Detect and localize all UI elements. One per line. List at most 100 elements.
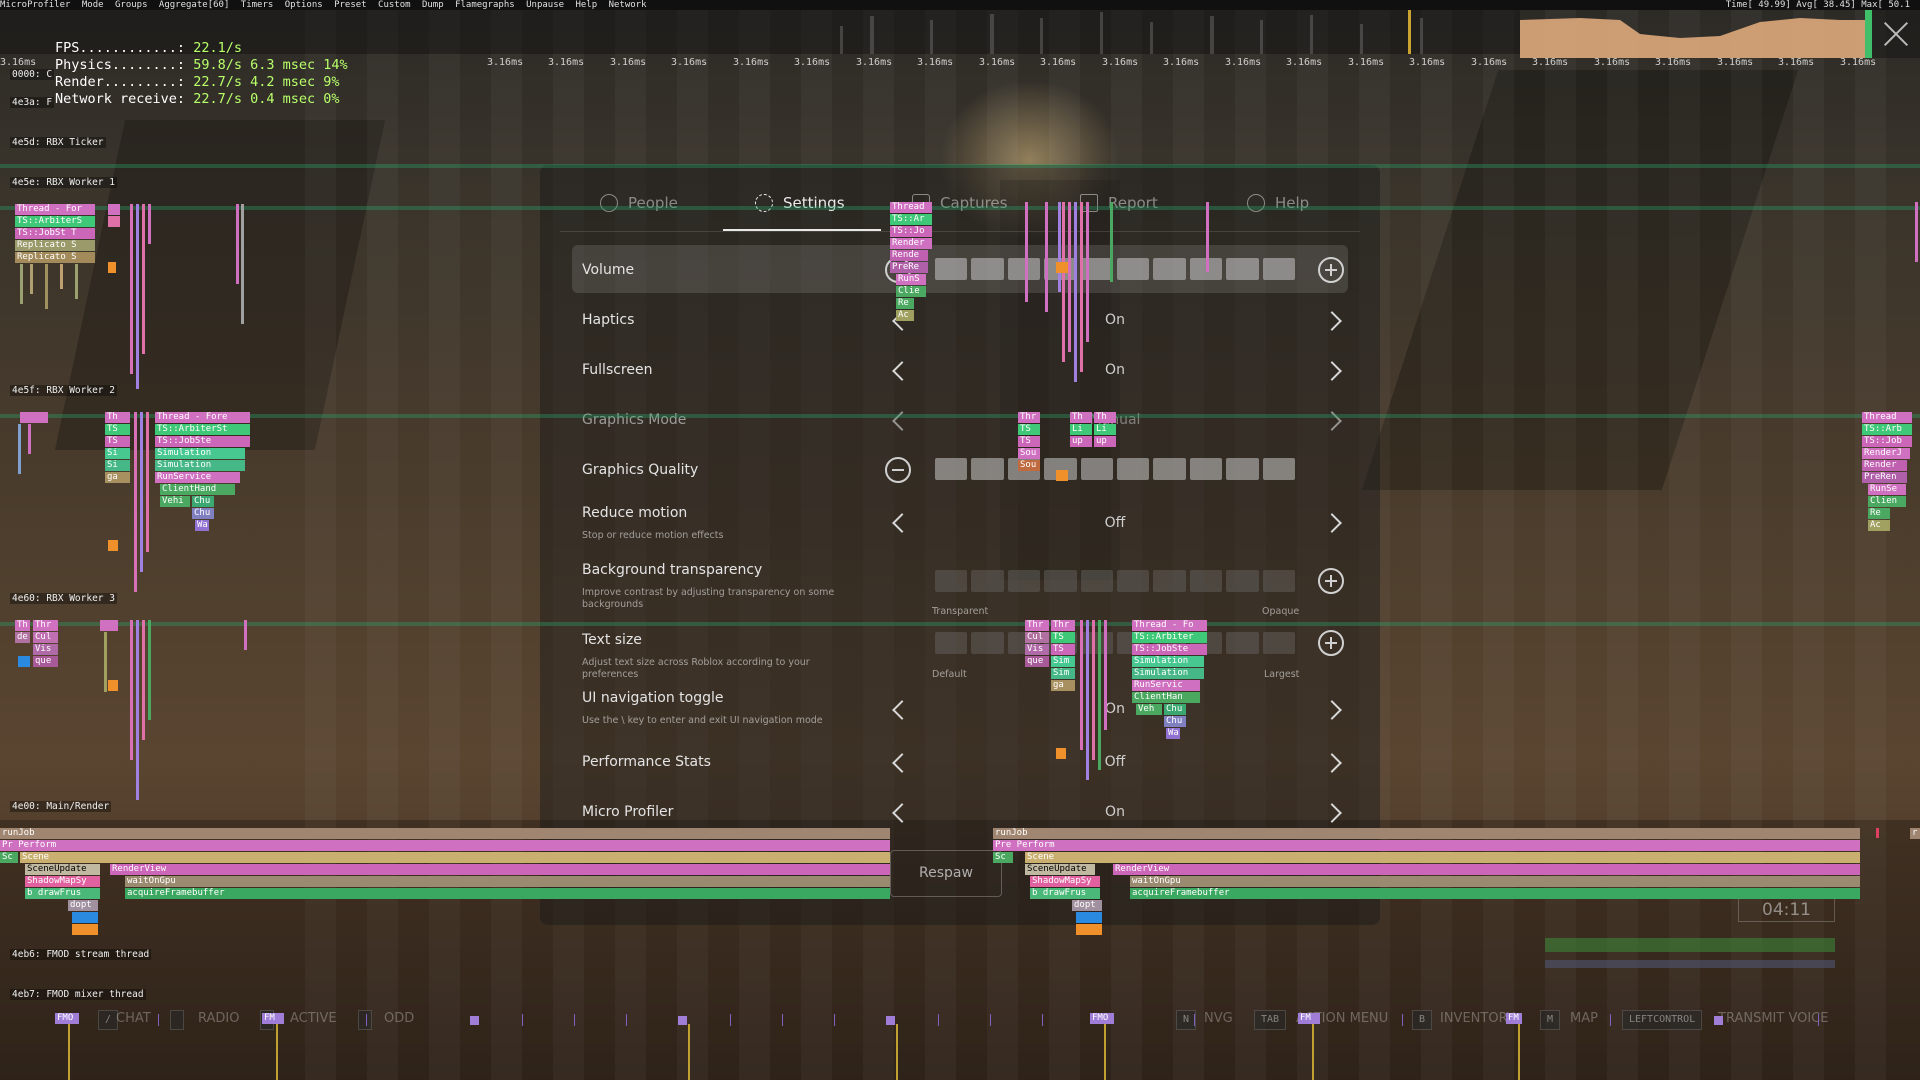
profile-block[interactable]: TS [105,424,130,435]
profile-block[interactable] [100,620,118,631]
mp-menu-dump[interactable]: Dump [422,0,444,10]
profile-block[interactable]: FMO [55,1013,79,1024]
nvg-hud-label[interactable]: NVG [1204,1010,1233,1028]
chat-hud-label[interactable]: CHAT [116,1010,151,1028]
profile-block[interactable]: Pr Perform [0,840,890,851]
map-hud-label[interactable]: MAP [1570,1010,1598,1028]
profile-block[interactable]: Si [105,460,130,471]
profile-block[interactable]: Chu [192,508,214,519]
volume-increase-button[interactable] [1318,257,1344,283]
profile-block[interactable]: Simulation [1132,668,1204,679]
profile-block[interactable]: Simulation [155,448,245,459]
profile-block[interactable] [1056,470,1068,481]
profile-block[interactable]: de [15,632,30,643]
profile-block[interactable] [18,656,30,667]
profile-block[interactable]: runJob [993,828,1860,839]
mp-menu-timers[interactable]: Timers [241,0,274,10]
tab-people[interactable]: People [600,188,678,218]
profile-block[interactable]: TS::JobSte [1132,644,1207,655]
profile-block[interactable]: Chu [1164,704,1186,715]
profile-block[interactable]: Thr [1025,620,1049,631]
profile-block[interactable]: Ac [896,310,914,321]
profile-block[interactable]: TS [1018,424,1040,435]
profile-block[interactable]: Li [1070,424,1092,435]
tab-help[interactable]: Help [1247,188,1309,218]
profile-block[interactable]: dopt [68,900,98,911]
text-size-slider[interactable] [935,632,1296,654]
profile-block[interactable]: Sou [1018,448,1040,459]
profile-block[interactable]: up [1094,436,1116,447]
profile-block[interactable] [72,912,98,923]
profile-block[interactable]: Sou [1018,460,1040,471]
profile-block[interactable]: RunServic [1132,680,1200,691]
profile-block[interactable]: RenderView [1113,864,1860,875]
bg-transparency-slider[interactable] [935,570,1296,592]
profile-block[interactable]: Simulation [155,460,245,471]
profile-block[interactable]: que [1025,656,1049,667]
profile-block[interactable]: PreRe [890,262,928,273]
profile-block[interactable]: TS [1051,644,1075,655]
profile-block[interactable]: runJob [0,828,890,839]
profile-block[interactable] [1076,912,1102,923]
profile-block[interactable]: Vis [33,644,58,655]
mp-menu-options[interactable]: Options [285,0,323,10]
profile-block[interactable]: TS [1051,632,1075,643]
profile-block[interactable]: Vis [1025,644,1049,655]
profile-block[interactable]: Sim [1051,656,1075,667]
profile-block[interactable]: FMO [1090,1013,1114,1024]
profile-block[interactable]: Th [105,412,130,423]
profile-block[interactable]: Thread [890,202,932,213]
profile-block[interactable]: ShadowMapSy [25,876,100,887]
profile-block[interactable]: acquireFramebuffer [125,888,890,899]
profile-block[interactable]: Chu [1164,716,1186,727]
mp-menu-mode[interactable]: Mode [82,0,104,10]
profile-block[interactable]: Thr [1018,412,1040,423]
profile-block[interactable]: ClientHan [1132,692,1200,703]
profile-block[interactable]: ShadowMapSy [1030,876,1100,887]
tab-report[interactable]: Report [1080,188,1158,218]
profile-block[interactable]: Simulation [1132,656,1204,667]
odd-hud-label[interactable]: ODD [384,1010,414,1028]
profile-block[interactable]: RenderJ [1862,448,1910,459]
profile-block[interactable] [108,540,118,551]
profile-block[interactable]: Thread [1862,412,1912,423]
profile-block[interactable]: Veh [1136,704,1162,715]
profile-block[interactable]: Sc [993,852,1013,863]
profile-block[interactable]: RunService [155,472,240,483]
profile-block[interactable]: PreRen [1862,472,1907,483]
profile-block[interactable]: acquireFramebuffer [1130,888,1860,899]
profile-block[interactable] [108,216,120,227]
profile-block[interactable]: SceneUpdate [1025,864,1095,875]
profile-block[interactable]: TS::JobSt T [15,228,95,239]
profile-block[interactable]: Replicato S [15,252,95,263]
profile-block[interactable]: b drawFrus [25,888,100,899]
profile-block[interactable] [20,412,48,423]
tab-settings[interactable]: Settings [755,188,845,218]
profile-block[interactable] [72,924,98,935]
profile-block[interactable]: Scene [20,852,890,863]
profile-block[interactable]: Th [1070,412,1092,423]
profile-block[interactable]: TS::Jo [890,226,932,237]
active-hud-label[interactable]: ACTIVE [290,1010,337,1028]
profile-block[interactable]: Clien [1868,496,1906,507]
profile-block[interactable]: r [1910,828,1920,839]
profile-block[interactable]: Replicato S [15,240,95,251]
profile-block[interactable]: Thread - Fo [1132,620,1207,631]
profile-block[interactable]: FM [1506,1013,1522,1024]
profile-block[interactable]: Thread - Fore [155,412,250,423]
graphics-quality-decrease-button[interactable] [885,457,911,483]
profile-block[interactable]: FM [1298,1013,1320,1024]
profile-block[interactable]: up [1070,436,1092,447]
profile-block[interactable]: RunS [896,274,926,285]
mp-menu-custom[interactable]: Custom [378,0,411,10]
profile-block[interactable]: ClientHand [160,484,235,495]
respawn-button[interactable]: Respaw [890,850,1002,897]
profile-block[interactable]: ga [105,472,130,483]
profile-block[interactable] [108,680,118,691]
profile-block[interactable]: Pre Perform [993,840,1860,851]
profile-block[interactable]: dopt [1072,900,1102,911]
profile-block[interactable]: TS [1018,436,1040,447]
profile-block[interactable]: Re [896,298,914,309]
mp-menu-network[interactable]: Network [609,0,647,10]
profile-block[interactable]: Chu [192,496,214,507]
